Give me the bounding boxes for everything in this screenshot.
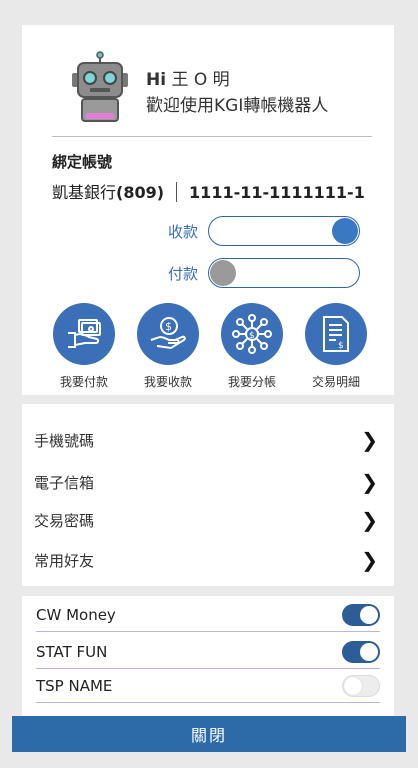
toggle-knob	[360, 605, 378, 624]
svg-text:$: $	[249, 331, 255, 341]
bound-account-title: 綁定帳號	[52, 153, 113, 171]
pay-switch-label: 付款	[168, 265, 199, 283]
bank-name: 凱基銀行	[52, 183, 117, 202]
divider	[52, 136, 372, 137]
menu-item-phone[interactable]: 手機號碼 ❯	[22, 420, 394, 460]
pay-cash-icon	[53, 303, 115, 365]
menu-item-label: 常用好友	[34, 551, 95, 570]
chevron-right-icon: ❯	[361, 428, 378, 452]
settings-menu: 手機號碼 ❯ 電子信箱 ❯ 交易密碼 ❯ 常用好友 ❯	[22, 404, 394, 586]
chevron-right-icon: ❯	[361, 470, 378, 494]
action-label: 我要付款	[59, 375, 108, 389]
chevron-right-icon: ❯	[361, 508, 378, 532]
toggle-row-stat-fun: STAT FUN	[36, 635, 380, 669]
cw-money-toggle[interactable]	[342, 603, 380, 626]
menu-item-email[interactable]: 電子信箱 ❯	[22, 462, 394, 502]
receive-money-icon: $	[137, 303, 199, 365]
greeting-hi: Hi	[146, 70, 167, 90]
svg-text:$: $	[165, 320, 172, 333]
close-button[interactable]: 關閉	[12, 716, 406, 752]
svg-text:$: $	[338, 341, 344, 351]
welcome-text: 歡迎使用KGI轉帳機器人	[146, 96, 329, 116]
transaction-doc-icon: $	[305, 303, 367, 365]
menu-item-password[interactable]: 交易密碼 ❯	[22, 500, 394, 540]
menu-item-label: 電子信箱	[34, 473, 95, 492]
toggle-knob	[360, 642, 378, 661]
account-number: 1111-11-1111111-1	[189, 183, 365, 202]
greeting: Hi 王 O 明	[146, 65, 230, 90]
toggle-knob	[332, 218, 358, 244]
bound-account-row: 凱基銀行(809) 1111-11-1111111-1	[52, 179, 365, 203]
chevron-right-icon: ❯	[361, 548, 378, 572]
pay-toggle[interactable]	[208, 258, 360, 288]
receive-action-button[interactable]: $ 我要收款	[128, 303, 208, 390]
menu-item-friends[interactable]: 常用好友 ❯	[22, 540, 394, 580]
action-label: 交易明細	[311, 375, 360, 389]
toggle-label: CW Money	[36, 605, 116, 624]
toggle-row-tsp-name: TSP NAME	[36, 669, 380, 703]
receive-switch-label: 收款	[168, 223, 199, 241]
split-action-button[interactable]: $ 我要分帳	[212, 303, 292, 390]
pay-action-button[interactable]: 我要付款	[44, 303, 124, 390]
toggle-label: STAT FUN	[36, 642, 108, 661]
tsp-name-toggle[interactable]	[342, 674, 380, 697]
separator	[176, 182, 178, 202]
profile-card: Hi 王 O 明 歡迎使用KGI轉帳機器人 綁定帳號 凱基銀行(809) 1111…	[22, 25, 394, 395]
menu-item-label: 手機號碼	[34, 431, 95, 450]
stat-fun-toggle[interactable]	[342, 640, 380, 663]
toggle-label: TSP NAME	[36, 676, 113, 695]
toggle-knob	[210, 260, 236, 286]
bank-code: (809)	[116, 183, 165, 202]
close-label: 關閉	[190, 726, 227, 745]
user-name: 王 O 明	[171, 70, 230, 90]
action-label: 我要收款	[143, 375, 192, 389]
robot-icon	[72, 51, 128, 122]
menu-item-label: 交易密碼	[34, 511, 95, 530]
receive-toggle[interactable]	[208, 216, 360, 246]
service-toggles: CW Money STAT FUN TSP NAME	[22, 596, 394, 716]
action-label: 我要分帳	[227, 375, 276, 389]
split-network-icon: $	[221, 303, 283, 365]
toggle-row-cw-money: CW Money	[36, 598, 380, 632]
transactions-action-button[interactable]: $ 交易明細	[296, 303, 376, 390]
toggle-knob	[344, 676, 362, 695]
